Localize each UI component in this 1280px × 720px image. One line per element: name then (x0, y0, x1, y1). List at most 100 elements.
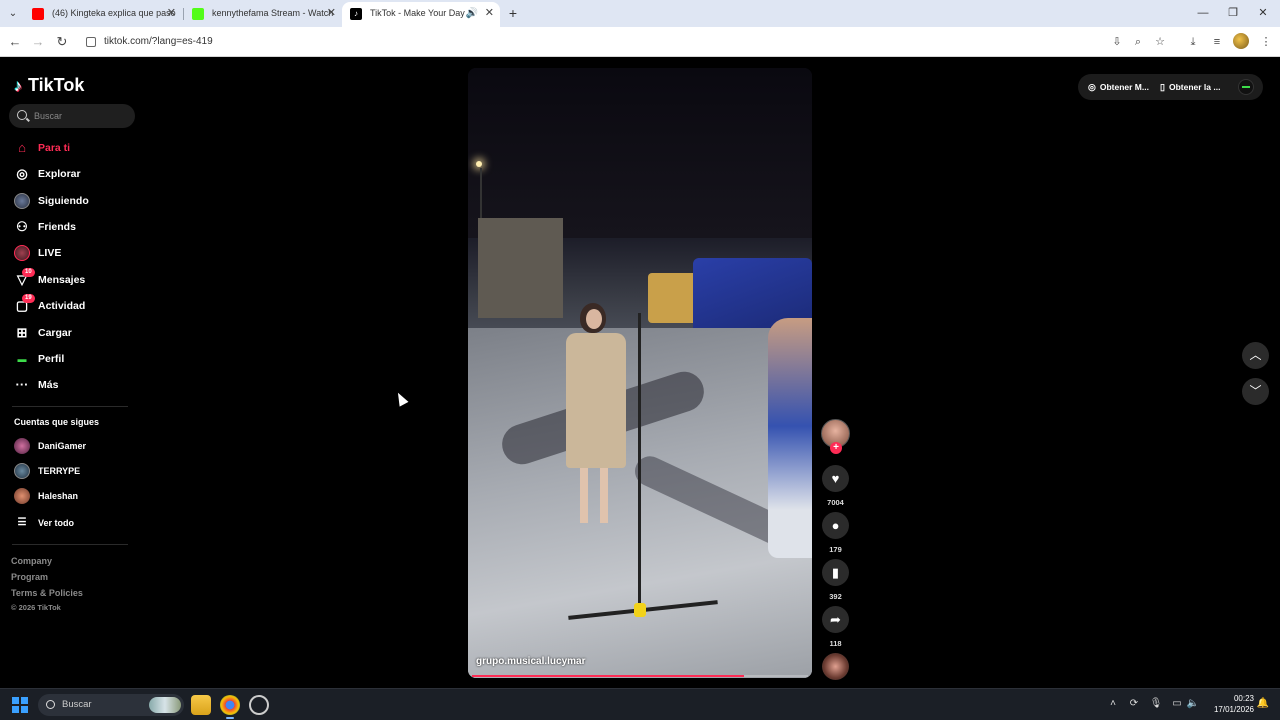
see-all-link[interactable]: ☰ Ver todo (14, 513, 134, 533)
following-account[interactable]: DaniGamer (14, 436, 134, 456)
zoom-icon[interactable]: ⌕ (1129, 33, 1147, 51)
volume-icon[interactable]: 🔈 (1186, 697, 1200, 711)
share-count: 118 (829, 639, 842, 648)
nav-label: Actividad (38, 300, 86, 312)
tab-close-icon[interactable]: ✕ (327, 2, 336, 25)
microphone-icon[interactable]: 🎙 (1149, 697, 1163, 711)
tab-search-chevron-icon[interactable]: ⌄ (4, 5, 22, 23)
nav-item-live[interactable]: LIVE (12, 242, 132, 264)
back-button[interactable]: ← (6, 33, 24, 51)
get-coins-label: Obtener M... (1099, 82, 1149, 92)
get-app-button[interactable]: ▯ Obtener la ... (1160, 74, 1220, 100)
forward-button[interactable]: → (29, 33, 47, 51)
more-icon: ··· (15, 377, 29, 392)
browser-tab-active[interactable]: ♪ TikTok - Make Your Day 🔊 ✕ (342, 2, 500, 27)
video-username[interactable]: grupo.musical.lucymar (476, 656, 585, 667)
nav-item-mas[interactable]: ··· Más (12, 374, 132, 396)
nav-item-friends[interactable]: ⚇ Friends (12, 216, 132, 238)
coin-icon: ◎ (1088, 82, 1096, 92)
nav-item-actividad[interactable]: ▢ 19 Actividad (12, 294, 132, 317)
clock-date: 17/01/2026 (1213, 705, 1254, 714)
taskbar-search-input[interactable]: Buscar (38, 694, 184, 716)
share-button[interactable]: ➦ (822, 606, 849, 633)
tab-close-icon[interactable]: ✕ (485, 2, 494, 25)
previous-video-button[interactable]: ︿ (1242, 342, 1269, 369)
video-frame-singer (558, 303, 638, 533)
close-window-button[interactable]: ✕ (1248, 0, 1278, 27)
following-avatar-icon (14, 193, 30, 209)
install-app-icon[interactable]: ⇩ (1108, 33, 1126, 51)
search-input[interactable]: Buscar (9, 104, 135, 128)
nav-label: Más (38, 379, 59, 391)
compass-icon: ◎ (16, 166, 28, 181)
notifications-icon[interactable]: 🔔 (1256, 697, 1270, 711)
media-controls-icon[interactable]: ≡ (1208, 33, 1226, 51)
bookmark-star-icon[interactable]: ☆ (1151, 33, 1169, 51)
new-tab-button[interactable]: + (505, 4, 521, 22)
list-icon: ☰ (17, 517, 27, 528)
nav-item-perfil[interactable]: ▬ Perfil (12, 348, 132, 370)
reload-button[interactable]: ↻ (53, 33, 71, 51)
browser-tab[interactable]: (46) Kingteka explica que pasó ✕ (24, 2, 182, 27)
tiktok-logo[interactable]: ♪ TikTok (14, 74, 84, 96)
nav-label: Explorar (38, 168, 81, 180)
minimize-button[interactable]: — (1188, 0, 1218, 27)
footer-link-program[interactable]: Program (11, 572, 48, 582)
comment-button[interactable]: ● (822, 512, 849, 539)
search-highlight-image (149, 697, 181, 713)
browser-tab-strip: ⌄ (46) Kingteka explica que pasó ✕ kenny… (0, 0, 1280, 27)
following-account[interactable]: TERRYPE (14, 461, 134, 481)
restore-button[interactable]: ❐ (1218, 0, 1248, 27)
mic-stand-clip (634, 603, 646, 617)
video-progress-bar[interactable] (472, 675, 808, 677)
downloads-icon[interactable]: ⤓ (1184, 33, 1202, 51)
nav-label: Mensajes (38, 274, 86, 286)
menu-kebab-icon[interactable]: ⋮ (1257, 33, 1275, 51)
nav-label: LIVE (38, 247, 62, 259)
save-button[interactable]: ▮ (822, 559, 849, 586)
video-progress-fill (472, 675, 745, 677)
site-info-icon[interactable] (86, 37, 96, 47)
nav-item-explorar[interactable]: ◎ Explorar (12, 163, 132, 185)
tab-title: kennythefama Stream - Watch (212, 8, 334, 18)
profile-avatar[interactable] (1233, 33, 1249, 49)
nav-label: Perfil (38, 353, 65, 365)
tray-chevron-icon[interactable]: ˄ (1106, 697, 1120, 711)
obs-icon[interactable] (249, 695, 269, 715)
youtube-favicon-icon (32, 8, 44, 20)
video-player[interactable] (468, 68, 812, 678)
music-disc-icon[interactable] (822, 653, 849, 680)
footer-link-company[interactable]: Company (11, 556, 52, 566)
save-count: 392 (829, 592, 842, 601)
clock-time: 00:23 (1233, 694, 1254, 703)
nav-item-siguiendo[interactable]: Siguiendo (12, 190, 132, 212)
sidebar-divider (12, 544, 128, 545)
sync-icon[interactable]: ⟳ (1127, 697, 1141, 711)
nav-item-cargar[interactable]: ⊞ Cargar (12, 322, 132, 344)
file-explorer-icon[interactable] (191, 695, 211, 715)
browser-tab[interactable]: kennythefama Stream - Watch ✕ (184, 2, 342, 27)
speaker-icon[interactable]: 🔊 (466, 2, 478, 25)
footer-link-terms[interactable]: Terms & Policies (11, 588, 83, 598)
get-coins-button[interactable]: ◎ Obtener M... (1088, 74, 1149, 100)
following-account[interactable]: Haleshan (14, 486, 134, 506)
nav-item-para-ti[interactable]: ⌂ Para ti (12, 137, 132, 159)
like-button[interactable]: ♥ (822, 465, 849, 492)
windows-start-icon[interactable] (12, 697, 28, 713)
avatar (14, 488, 30, 504)
profile-icon: ▬ (17, 354, 27, 364)
following-section-title: Cuentas que sigues (14, 417, 100, 427)
user-avatar[interactable] (1238, 79, 1254, 95)
chrome-icon[interactable] (220, 695, 240, 719)
network-icon[interactable]: ▭ (1170, 697, 1184, 711)
url-text: tiktok.com/?lang=es-419 (104, 36, 213, 47)
url-field[interactable]: tiktok.com/?lang=es-419 (78, 31, 1098, 53)
system-clock[interactable]: 00:23 17/01/2026 (1200, 693, 1254, 715)
nav-item-mensajes[interactable]: ▽ 10 Mensajes (12, 268, 132, 291)
singer-leg (600, 468, 608, 523)
next-video-button[interactable]: ﹀ (1242, 378, 1269, 405)
nav-label: Friends (38, 221, 76, 233)
copyright: © 2026 TikTok (11, 603, 61, 612)
tab-close-icon[interactable]: ✕ (167, 2, 176, 25)
follow-plus-button[interactable]: + (830, 442, 842, 454)
